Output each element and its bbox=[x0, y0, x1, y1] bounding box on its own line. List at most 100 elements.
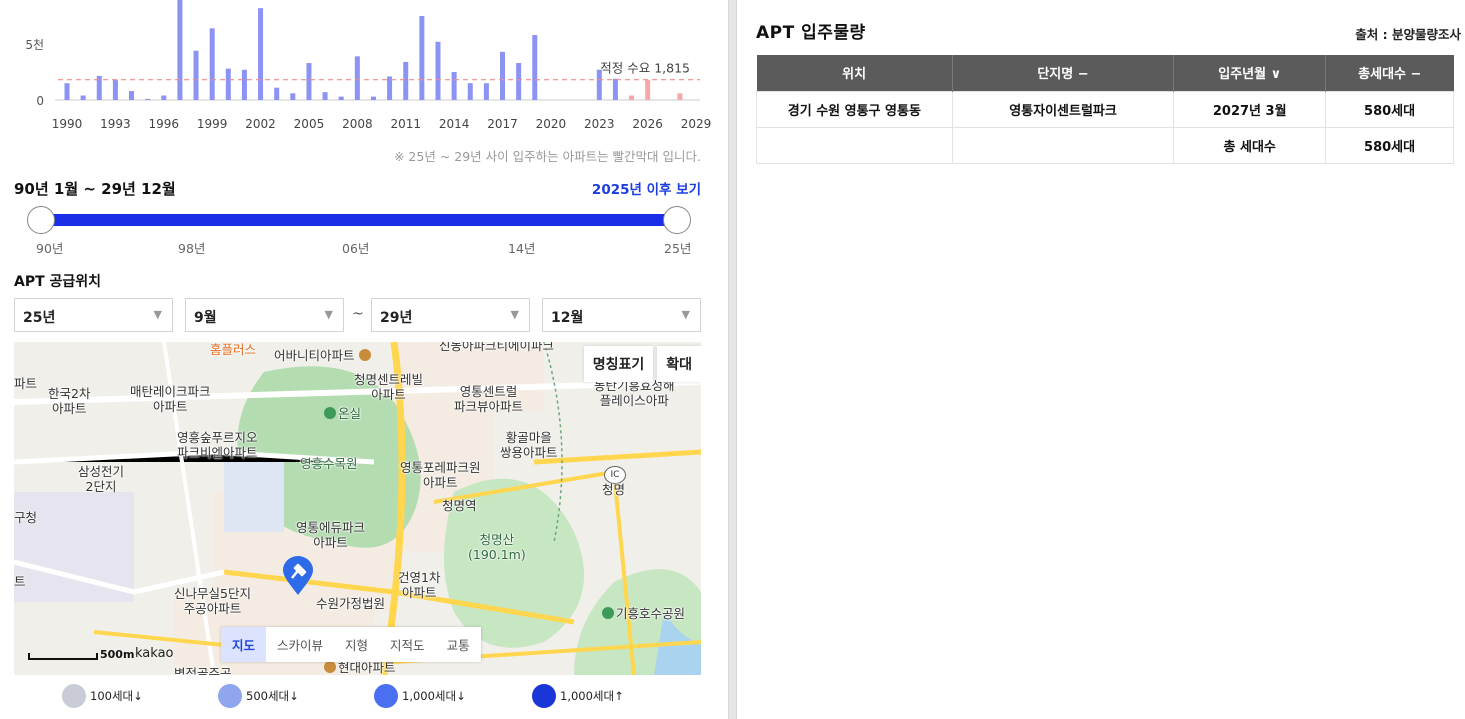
chart-bar-2013 bbox=[435, 41, 441, 100]
x-tick-label: 2008 bbox=[342, 117, 373, 131]
pin-100-icon bbox=[62, 684, 86, 708]
map-label: 청명역 bbox=[442, 498, 477, 513]
table-total-row: 총 세대수 580세대 bbox=[756, 126, 1454, 164]
chart-bar-2025 bbox=[629, 95, 635, 100]
chart-bar-2026 bbox=[645, 79, 651, 100]
map-label: 건영1차 아파트 bbox=[398, 570, 441, 600]
map-scale-text: 500m bbox=[100, 648, 135, 661]
tab-traffic[interactable]: 교통 bbox=[436, 627, 481, 662]
y-tick-label: 5천 bbox=[25, 37, 44, 52]
x-tick-label: 2023 bbox=[584, 117, 615, 131]
to-month-select[interactable]: 12월 ▼ bbox=[542, 298, 701, 332]
chart-bar-1993 bbox=[112, 79, 118, 100]
map-label-text: 현대아파트 bbox=[338, 660, 396, 675]
chart-bar-1990 bbox=[64, 83, 70, 100]
chart-bar-1998 bbox=[193, 50, 199, 100]
from-year-select[interactable]: 25년 ▼ bbox=[14, 298, 173, 332]
chart-bar-2006 bbox=[322, 92, 328, 100]
after-2025-link[interactable]: 2025년 이후 보기 bbox=[592, 178, 701, 198]
year-range-slider[interactable] bbox=[27, 206, 691, 236]
legend-item: 1,000세대↑ bbox=[532, 684, 624, 708]
chart-bar-2017 bbox=[500, 51, 506, 100]
apt-move-in-table: 위치 단지명 − 입주년월 ∨ 총세대수 − 경기 수원 영통구 영통동 영통자… bbox=[756, 55, 1454, 164]
slider-label: 98년 bbox=[178, 241, 206, 256]
zoom-in-button[interactable]: 확대 bbox=[657, 346, 701, 382]
kakao-map[interactable]: 홈플러스 어바니티아파트 신동아파크티에이파크 청명센트레빌 아파트 영통센트럴… bbox=[14, 342, 701, 675]
chart-bar-1995 bbox=[145, 98, 151, 100]
slider-label: 90년 bbox=[36, 241, 64, 256]
pin-1000-plus-icon bbox=[532, 684, 556, 708]
col-complex-name[interactable]: 단지명 − bbox=[951, 55, 1174, 91]
chart-bar-1994 bbox=[129, 91, 135, 100]
x-tick-label: 2029 bbox=[681, 117, 712, 131]
slider-end-handle[interactable] bbox=[663, 206, 691, 234]
chart-note: ※ 25년 ~ 29년 사이 입주하는 아파트는 빨간막대 입니다. bbox=[393, 149, 701, 164]
tab-skyview[interactable]: 스카이뷰 bbox=[266, 627, 334, 662]
col-location[interactable]: 위치 bbox=[756, 55, 953, 91]
cell-households: 580세대 bbox=[1325, 90, 1454, 128]
table-header-row: 위치 단지명 − 입주년월 ∨ 총세대수 − bbox=[756, 55, 1454, 91]
chart-bar-2008 bbox=[354, 56, 360, 100]
dropdown-arrow-icon: ▼ bbox=[510, 308, 519, 321]
apartment-pin-icon[interactable] bbox=[282, 556, 314, 596]
show-names-button[interactable]: 명칭표기 bbox=[583, 346, 654, 382]
table-row[interactable]: 경기 수원 영통구 영통동 영통자이센트럴파크 2027년 3월 580세대 bbox=[756, 90, 1454, 128]
chart-bar-1991 bbox=[80, 95, 86, 100]
dropdown-arrow-icon: ▼ bbox=[153, 308, 162, 321]
chart-bar-2004 bbox=[290, 93, 296, 100]
chart-bar-2011 bbox=[403, 61, 409, 100]
supply-bar-chart: 적정 수요 1,815 0 5천 1990 1993 1996 1999 2002 2005 20… bbox=[0, 0, 715, 135]
chart-bar-2014 bbox=[451, 72, 457, 100]
tab-map[interactable]: 지도 bbox=[221, 627, 267, 662]
col-total-households[interactable]: 총세대수 − bbox=[1325, 55, 1454, 91]
x-tick-label: 2005 bbox=[294, 117, 325, 131]
tab-terrain[interactable]: 지형 bbox=[334, 627, 379, 662]
pin-500-icon bbox=[218, 684, 242, 708]
chart-svg: 적정 수요 1,815 0 5천 1990 1993 1996 1999 2002 2005 20… bbox=[25, 0, 712, 131]
x-tick-label: 1999 bbox=[197, 117, 228, 131]
map-label: 영통센트럴 파크뷰아파트 bbox=[454, 384, 524, 414]
slider-labels: 90년 98년 06년 14년 25년 bbox=[0, 238, 715, 256]
map-buttons: 명칭표기 확대 bbox=[583, 346, 701, 382]
range-title: 90년 1월 ~ 29년 12월 bbox=[14, 180, 176, 198]
to-month-value: 12월 bbox=[551, 310, 584, 326]
map-label-text: 기흥호수공원 bbox=[616, 606, 686, 621]
slider-track[interactable] bbox=[40, 214, 678, 226]
chart-bar-2019 bbox=[532, 35, 538, 100]
total-label: 총 세대수 bbox=[1173, 126, 1327, 164]
chart-bar-2005 bbox=[306, 63, 312, 100]
legend-item: 1,000세대↓ bbox=[374, 684, 466, 708]
map-label: 영통포레파크원 아파트 bbox=[400, 460, 481, 490]
map-label: 청명센트레빌 아파트 bbox=[354, 372, 424, 402]
x-tick-label: 1993 bbox=[100, 117, 131, 131]
map-label: 수원가정법원 bbox=[316, 596, 386, 611]
map-label: 구청 bbox=[14, 510, 38, 525]
from-month-select[interactable]: 9월 ▼ bbox=[185, 298, 344, 332]
page-root: 적정 수요 1,815 0 5천 1990 1993 1996 1999 2002 2005 20… bbox=[0, 0, 1465, 719]
range-tilde: ~ bbox=[352, 306, 364, 322]
chart-bar-2000 bbox=[225, 68, 231, 100]
chart-bar-2015 bbox=[467, 83, 473, 100]
cell-location: 경기 수원 영통구 영통동 bbox=[756, 90, 953, 128]
panel-divider[interactable] bbox=[728, 0, 737, 719]
map-scale-bar bbox=[28, 653, 98, 660]
legend-label: 100세대↓ bbox=[90, 689, 143, 703]
col-move-in-date[interactable]: 입주년월 ∨ bbox=[1173, 55, 1326, 91]
chart-bar-1999 bbox=[209, 28, 215, 100]
cell-empty bbox=[951, 126, 1175, 164]
legend-label: 500세대↓ bbox=[246, 689, 299, 703]
x-tick-label: 2020 bbox=[536, 117, 567, 131]
slider-start-handle[interactable] bbox=[27, 206, 55, 234]
map-label: 어바니티아파트 bbox=[274, 348, 373, 363]
tab-cadastral[interactable]: 지적도 bbox=[379, 627, 436, 662]
map-label: 동탄기흥효성해 플레이스아파 bbox=[594, 378, 675, 408]
slider-label: 14년 bbox=[508, 241, 536, 256]
legend-label: 1,000세대↓ bbox=[402, 689, 466, 703]
map-label: 청명산 (190.1m) bbox=[468, 532, 526, 562]
from-year-value: 25년 bbox=[23, 310, 56, 326]
to-year-select[interactable]: 29년 ▼ bbox=[371, 298, 530, 332]
map-label-text: 어바니티아파트 bbox=[274, 348, 355, 363]
map-label: 홈플러스 bbox=[210, 342, 257, 357]
chart-bar-2001 bbox=[241, 69, 247, 100]
x-tick-label: 2017 bbox=[487, 117, 518, 131]
